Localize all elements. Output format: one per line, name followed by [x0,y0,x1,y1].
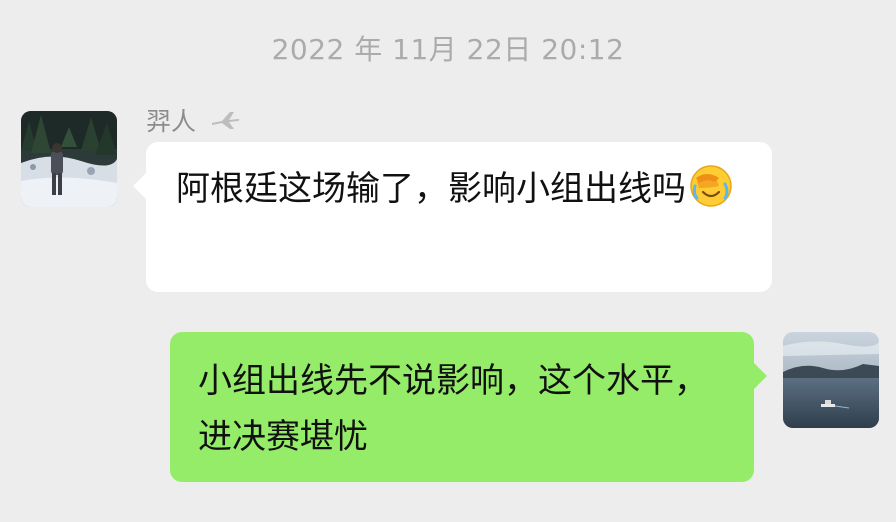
my-avatar[interactable] [783,332,879,428]
outgoing-message-bubble[interactable]: 小组出线先不说影响，这个水平，进决赛堪忧 [170,332,767,482]
sender-row: 羿人 [146,100,242,140]
chat-timestamp: 2022 年 11月 22日 20:12 [271,33,625,66]
incoming-message-text: 阿根廷这场输了，影响小组出线吗 [176,169,686,209]
lake-landscape-photo [783,332,879,428]
sender-name: 羿人 [146,107,197,136]
sender-avatar[interactable] [21,111,117,207]
snow-forest-photo [21,111,117,207]
outgoing-message-text: 小组出线先不说影响，这个水平，进决赛堪忧 [198,361,708,457]
airplane-icon [210,109,242,131]
face-with-hand-over-eyes-tears-emoji [689,164,733,208]
incoming-message-bubble[interactable]: 阿根廷这场输了，影响小组出线吗 [133,142,772,292]
